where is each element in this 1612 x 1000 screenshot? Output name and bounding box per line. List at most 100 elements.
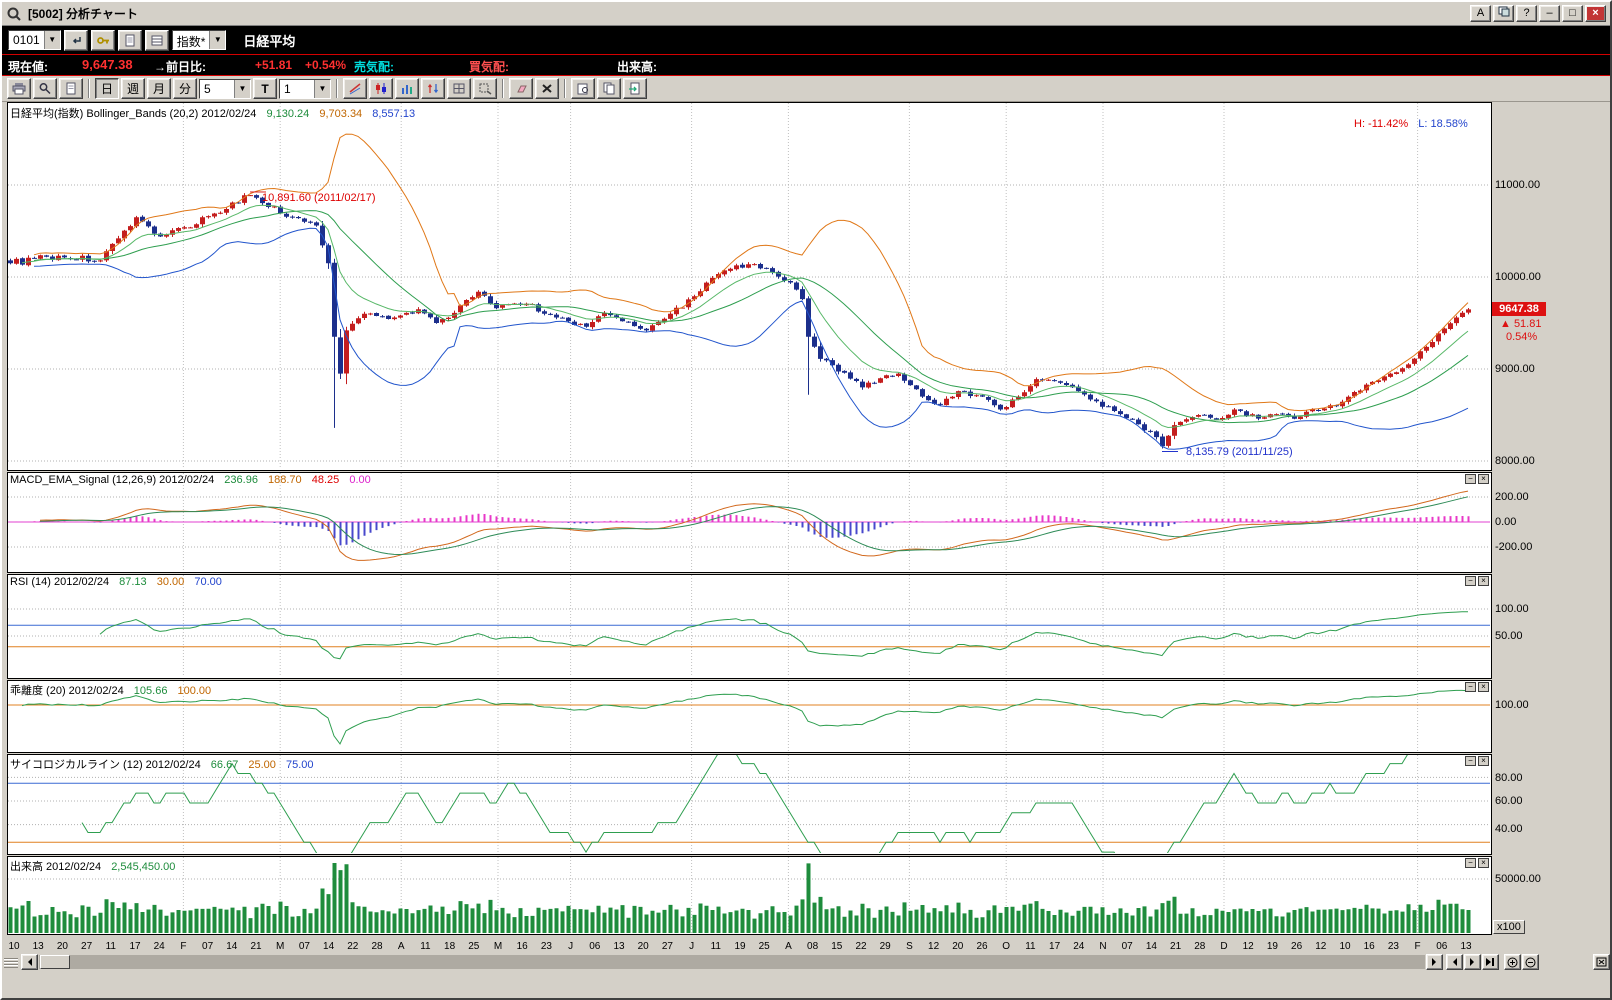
- quote-bar: 現在値: 9,647.38 →前日比: +51.81 +0.54% 売気配: 買…: [2, 54, 1610, 76]
- rsi-axis-label: 100.00: [1495, 603, 1529, 615]
- page-prev-button[interactable]: [1446, 954, 1463, 970]
- xaxis-label: 13: [33, 941, 45, 952]
- deviation-close-button[interactable]: ×: [1478, 682, 1489, 692]
- t-button[interactable]: T: [253, 78, 277, 99]
- category-value[interactable]: 指数*: [172, 31, 210, 49]
- xaxis-label: 12: [928, 941, 940, 952]
- xaxis-label: M: [494, 941, 502, 952]
- current-price-label: 現在値:: [8, 60, 48, 74]
- key-button[interactable]: [90, 29, 115, 51]
- psychological-lower-value: 25.00: [248, 759, 276, 771]
- layout-button[interactable]: [1493, 5, 1514, 22]
- chart-canvas[interactable]: 10 13 20 27 11 17 24 F 07 14 21 M 07 14 22 28 A 11 18 25 M 16…: [2, 102, 1612, 954]
- xaxis-label: 27: [81, 941, 93, 952]
- xaxis-label: 21: [1170, 941, 1182, 952]
- xaxis-label: 28: [371, 941, 383, 952]
- high-low-readout: H: -11.42% L: 18.58%: [1354, 118, 1475, 130]
- delete-drawing-button[interactable]: [535, 78, 559, 99]
- volume-minimize-button[interactable]: −: [1465, 858, 1476, 868]
- xaxis-label: 27: [662, 941, 674, 952]
- chevron-down-icon[interactable]: ▼: [234, 79, 250, 98]
- chevron-down-icon[interactable]: ▼: [314, 79, 330, 98]
- volume-close-button[interactable]: ×: [1478, 858, 1489, 868]
- bid-label: 買気配:: [469, 60, 509, 74]
- count-value[interactable]: 1: [280, 79, 314, 98]
- volume-quote-label: 出来高:: [617, 60, 657, 74]
- jump-end-button[interactable]: [1482, 954, 1499, 970]
- export-button[interactable]: [623, 78, 647, 99]
- psychological-axis-label: 40.00: [1495, 823, 1523, 835]
- trendline-button[interactable]: [343, 78, 367, 99]
- deviation-minimize-button[interactable]: −: [1465, 682, 1476, 692]
- scroll-left-button[interactable]: [21, 954, 38, 970]
- period-week-button[interactable]: 週: [121, 78, 145, 99]
- chevron-down-icon[interactable]: ▼: [209, 31, 226, 49]
- zoom-out-button[interactable]: [1522, 954, 1539, 970]
- page-next-button[interactable]: [1464, 954, 1481, 970]
- xaxis-label: 07: [299, 941, 311, 952]
- scroll-right-button[interactable]: [1426, 954, 1443, 970]
- price-tag-pct: 0.54%: [1506, 331, 1538, 343]
- left-arrow-icon: [24, 958, 32, 966]
- low-pct-label: L: 18.58%: [1418, 118, 1468, 130]
- xaxis-label: 24: [1073, 941, 1085, 952]
- eraser-button[interactable]: [509, 78, 533, 99]
- macd-minimize-button[interactable]: −: [1465, 474, 1476, 484]
- candlestick-style-button[interactable]: [369, 78, 393, 99]
- psychological-panel-title: サイコロジカルライン (12) 2012/02/24: [10, 759, 201, 771]
- close-button[interactable]: ×: [1585, 5, 1606, 22]
- scroll-thumb[interactable]: [40, 955, 70, 969]
- period-day-button[interactable]: 日: [95, 78, 119, 99]
- memo-button[interactable]: [117, 29, 142, 51]
- psychological-minimize-button[interactable]: −: [1465, 756, 1476, 766]
- volume-panel-title: 出来高 2012/02/24: [10, 861, 102, 873]
- interval-value[interactable]: 5: [200, 79, 234, 98]
- change-pct-value: +0.54%: [305, 58, 347, 72]
- zoom-button[interactable]: [33, 78, 57, 99]
- xaxis-label: 07: [202, 941, 214, 952]
- minimize-button[interactable]: –: [1539, 5, 1560, 22]
- help-button[interactable]: ?: [1516, 5, 1537, 22]
- deviation-axis-label: 100.00: [1495, 699, 1529, 711]
- copy-chart-button[interactable]: [597, 78, 621, 99]
- a-button[interactable]: A: [1470, 5, 1491, 22]
- maximize-button[interactable]: □: [1562, 5, 1583, 22]
- list-button[interactable]: [144, 29, 169, 51]
- interval-combobox[interactable]: 5 ▼: [199, 78, 251, 99]
- print-button[interactable]: [7, 78, 31, 99]
- xaxis-label: 17: [1049, 941, 1061, 952]
- xaxis-label: S: [906, 941, 913, 952]
- price-axis-label: 9000.00: [1495, 363, 1535, 375]
- chevron-down-icon[interactable]: ▼: [43, 31, 60, 49]
- scroll-track[interactable]: [39, 955, 1425, 969]
- code-combobox[interactable]: 0101 ▼: [8, 30, 61, 50]
- category-combobox[interactable]: 指数* ▼: [171, 30, 227, 50]
- period-month-button[interactable]: 月: [147, 78, 171, 99]
- box-x-icon: [1596, 957, 1607, 967]
- xaxis-label: 14: [323, 941, 335, 952]
- new-page-button[interactable]: [59, 78, 83, 99]
- period-minute-button[interactable]: 分: [173, 78, 197, 99]
- panel-box-button[interactable]: [1593, 954, 1610, 970]
- macd-signal-value: 48.25: [311, 474, 340, 486]
- enter-button[interactable]: [63, 29, 88, 51]
- grid-button[interactable]: [447, 78, 471, 99]
- zoom-in-button[interactable]: [1504, 954, 1521, 970]
- xaxis-label: A: [785, 941, 792, 952]
- rsi-minimize-button[interactable]: −: [1465, 576, 1476, 586]
- count-combobox[interactable]: 1 ▼: [279, 78, 331, 99]
- up-down-arrows-icon: [427, 83, 439, 94]
- select-region-button[interactable]: [473, 78, 497, 99]
- code-input[interactable]: 0101: [9, 31, 44, 49]
- trough-annotation: 8,135.79 (2011/11/25): [1186, 446, 1293, 458]
- resize-grip[interactable]: [4, 957, 18, 968]
- print-preview-button[interactable]: [571, 78, 595, 99]
- psychological-close-button[interactable]: ×: [1478, 756, 1489, 766]
- eraser-icon: [517, 85, 527, 93]
- rsi-close-button[interactable]: ×: [1478, 576, 1489, 586]
- macd-value: 236.96: [224, 474, 258, 486]
- updown-button[interactable]: [421, 78, 445, 99]
- bar-chart-style-button[interactable]: [395, 78, 419, 99]
- price-tag-change: ▲ 51.81: [1500, 318, 1542, 330]
- macd-close-button[interactable]: ×: [1478, 474, 1489, 484]
